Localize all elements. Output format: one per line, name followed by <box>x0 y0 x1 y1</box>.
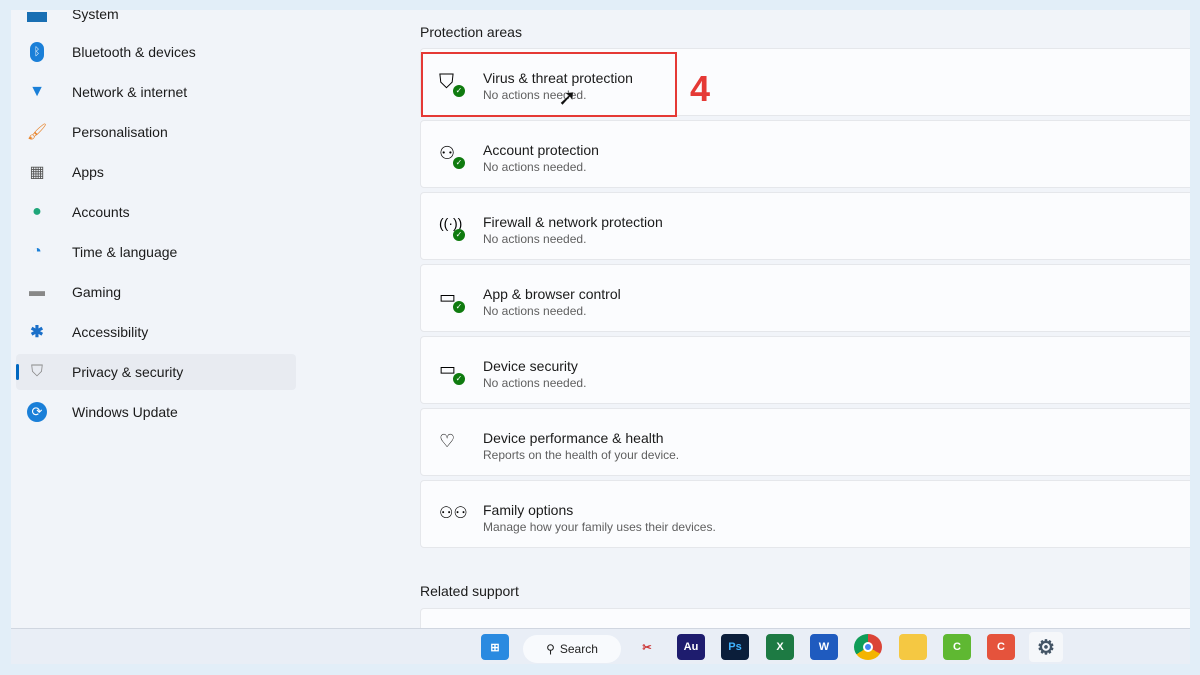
camtasia-icon[interactable]: C <box>943 634 971 660</box>
section-title: Protection areas <box>420 24 522 40</box>
highlight-box <box>421 52 677 117</box>
shield-icon: ⛉ <box>30 363 43 380</box>
start-button[interactable]: ⊞ <box>481 634 509 660</box>
sidebar-item-system[interactable]: System <box>16 10 296 32</box>
search-icon: ⚲ <box>546 642 555 656</box>
account-protection-icon: ⚇ ✓ <box>439 143 465 169</box>
file-explorer-icon[interactable] <box>899 634 927 660</box>
family-icon: ⚇⚇ <box>439 505 468 522</box>
settings-icon[interactable]: ⚙ <box>1029 632 1063 662</box>
gamepad-icon: ▬ <box>29 283 45 300</box>
related-support-title: Related support <box>420 583 519 599</box>
device-security-icon: ▭ ✓ <box>439 359 465 385</box>
sidebar-item-accounts[interactable]: ● Accounts <box>16 194 296 230</box>
clock-globe-icon: ◔ <box>32 243 42 260</box>
sidebar-item-privacy-security[interactable]: ⛉ Privacy & security <box>16 354 296 390</box>
firewall-icon: ((·)) ✓ <box>439 215 465 241</box>
sidebar-item-network[interactable]: ▼ Network & internet <box>16 74 296 110</box>
sidebar-item-accessibility[interactable]: ✱ Accessibility <box>16 314 296 350</box>
card-app-browser[interactable]: ▭ ✓ App & browser control No actions needed… <box>420 264 1190 332</box>
sidebar-item-gaming[interactable]: ▬ Gaming <box>16 274 296 310</box>
accessibility-icon: ✱ <box>30 324 44 341</box>
audition-icon[interactable]: Au <box>677 634 705 660</box>
chrome-icon[interactable] <box>854 634 882 660</box>
camtasia-recorder-icon[interactable]: C <box>987 634 1015 660</box>
card-account-protection[interactable]: ⚇ ✓ Account protection No actions needed. <box>420 120 1190 188</box>
card-device-security[interactable]: ▭ ✓ Device security No actions needed. <box>420 336 1190 404</box>
mouse-cursor-icon: ➚ <box>558 85 577 110</box>
apps-icon: ▦ <box>29 164 45 181</box>
word-icon[interactable]: W <box>810 634 838 660</box>
snipping-tool-icon[interactable]: ✂ <box>633 634 661 660</box>
sidebar-item-personalisation[interactable]: 🖌 Personalisation <box>16 114 296 150</box>
photoshop-icon[interactable]: Ps <box>721 634 749 660</box>
bluetooth-icon: ᛒ <box>26 42 48 62</box>
taskbar-search[interactable]: ⚲ Search <box>523 635 621 663</box>
sidebar-item-windows-update[interactable]: ⟳ Windows Update <box>16 394 296 430</box>
account-icon: ● <box>32 203 42 220</box>
card-family-options[interactable]: ⚇⚇ Family options Manage how your family u… <box>420 480 1190 548</box>
wifi-icon: ▼ <box>29 83 45 100</box>
taskbar: ⊞ ⚲ Search ✂ Au Ps X W C C ⚙ <box>11 628 1190 664</box>
heart-icon: ♡ <box>439 431 456 451</box>
related-support-card[interactable] <box>420 608 1190 628</box>
sidebar-item-apps[interactable]: ▦ Apps <box>16 154 296 190</box>
sidebar-item-time-language[interactable]: ◔ Time & language <box>16 234 296 270</box>
update-icon: ⟳ <box>26 402 48 422</box>
brush-icon: 🖌 <box>26 124 48 141</box>
system-icon <box>26 10 48 24</box>
app-browser-icon: ▭ ✓ <box>439 287 465 313</box>
excel-icon[interactable]: X <box>766 634 794 660</box>
card-firewall[interactable]: ((·)) ✓ Firewall & network protection No ac… <box>420 192 1190 260</box>
card-device-performance[interactable]: ♡ Device performance & health Reports on t… <box>420 408 1190 476</box>
step-number: 4 <box>690 68 711 109</box>
sidebar-item-bluetooth[interactable]: ᛒ Bluetooth & devices <box>16 34 296 70</box>
